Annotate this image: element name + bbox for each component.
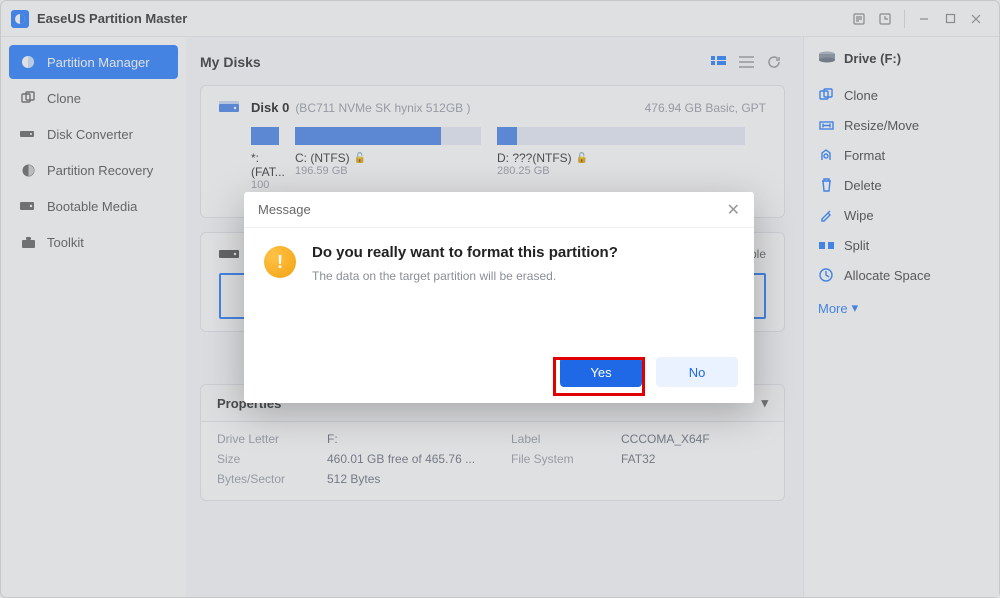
partition-label: *: (FAT... — [251, 151, 279, 179]
sidebar-item-bootable-media[interactable]: Bootable Media — [9, 189, 178, 223]
lock-icon: 🔓 — [354, 153, 366, 164]
chevron-down-icon: ▾ — [761, 395, 768, 411]
clone-icon — [818, 87, 834, 103]
resize-icon — [818, 117, 834, 133]
close-button[interactable] — [963, 6, 989, 32]
drive-icon — [219, 247, 241, 261]
selected-drive-header: Drive (F:) — [818, 51, 985, 66]
delete-icon — [818, 177, 834, 193]
pie-icon — [19, 53, 37, 71]
disk-meta: 476.94 GB Basic, GPT — [645, 101, 766, 115]
partition-label: C: (NTFS) — [295, 151, 350, 165]
sidebar-item-toolkit[interactable]: Toolkit — [9, 225, 178, 259]
disk-convert-icon — [19, 125, 37, 143]
op-clone[interactable]: Clone — [818, 80, 985, 110]
sidebar-item-partition-recovery[interactable]: Partition Recovery — [9, 153, 178, 187]
drive-icon — [818, 51, 836, 66]
sidebar-item-disk-converter[interactable]: Disk Converter — [9, 117, 178, 151]
operations-panel: Drive (F:) Clone Resize/Move Format Dele… — [803, 37, 999, 597]
chevron-down-icon: ▾ — [852, 300, 859, 316]
sidebar-item-label: Partition Recovery — [47, 163, 153, 178]
disk-model: (BC711 NVMe SK hynix 512GB ) — [295, 101, 470, 115]
minimize-button[interactable] — [911, 6, 937, 32]
sidebar-item-clone[interactable]: Clone — [9, 81, 178, 115]
dialog-heading: Do you really want to format this partit… — [312, 244, 618, 261]
sidebar-item-label: Bootable Media — [47, 199, 137, 214]
partition-label: D: ???(NTFS) — [497, 151, 572, 165]
confirm-dialog: Message ✕ ! Do you really want to format… — [244, 192, 754, 403]
undo-icon[interactable] — [872, 6, 898, 32]
sidebar-item-label: Partition Manager — [47, 55, 150, 70]
tasks-icon[interactable] — [846, 6, 872, 32]
sidebar: Partition Manager Clone Disk Converter P… — [1, 37, 186, 597]
drive-icon — [219, 101, 241, 115]
toolkit-icon — [19, 233, 37, 251]
op-wipe[interactable]: Wipe — [818, 200, 985, 230]
sidebar-item-label: Clone — [47, 91, 81, 106]
view-list-icon[interactable] — [735, 51, 757, 73]
allocate-icon — [818, 267, 834, 283]
format-icon — [818, 147, 834, 163]
sidebar-item-partition-manager[interactable]: Partition Manager — [9, 45, 178, 79]
view-grid-icon[interactable] — [707, 51, 729, 73]
sidebar-item-label: Toolkit — [47, 235, 84, 250]
sidebar-item-label: Disk Converter — [47, 127, 133, 142]
page-title: My Disks — [200, 54, 261, 70]
lock-icon: 🔓 — [576, 153, 588, 164]
clone-icon — [19, 89, 37, 107]
warning-icon: ! — [264, 246, 296, 278]
recover-icon — [19, 161, 37, 179]
no-button[interactable]: No — [656, 357, 738, 387]
op-format[interactable]: Format — [818, 140, 985, 170]
wipe-icon — [818, 207, 834, 223]
refresh-icon[interactable] — [763, 51, 785, 73]
dialog-message: The data on the target partition will be… — [312, 269, 618, 283]
properties-body: Drive LetterF:LabelCCCOMA_X64F Size460.0… — [200, 422, 785, 501]
more-link[interactable]: More▾ — [818, 300, 985, 316]
split-icon — [818, 237, 834, 253]
yes-button[interactable]: Yes — [560, 357, 642, 387]
op-allocate[interactable]: Allocate Space — [818, 260, 985, 290]
partition-size: 280.25 GB — [497, 165, 745, 177]
op-resize[interactable]: Resize/Move — [818, 110, 985, 140]
app-logo — [11, 10, 29, 28]
maximize-button[interactable] — [937, 6, 963, 32]
op-delete[interactable]: Delete — [818, 170, 985, 200]
disk-name: Disk 0 — [251, 100, 289, 115]
app-title: EaseUS Partition Master — [37, 11, 187, 26]
op-split[interactable]: Split — [818, 230, 985, 260]
boot-icon — [19, 197, 37, 215]
partition-size: 196.59 GB — [295, 165, 481, 177]
close-icon[interactable]: ✕ — [727, 200, 740, 220]
dialog-title: Message — [258, 202, 311, 217]
